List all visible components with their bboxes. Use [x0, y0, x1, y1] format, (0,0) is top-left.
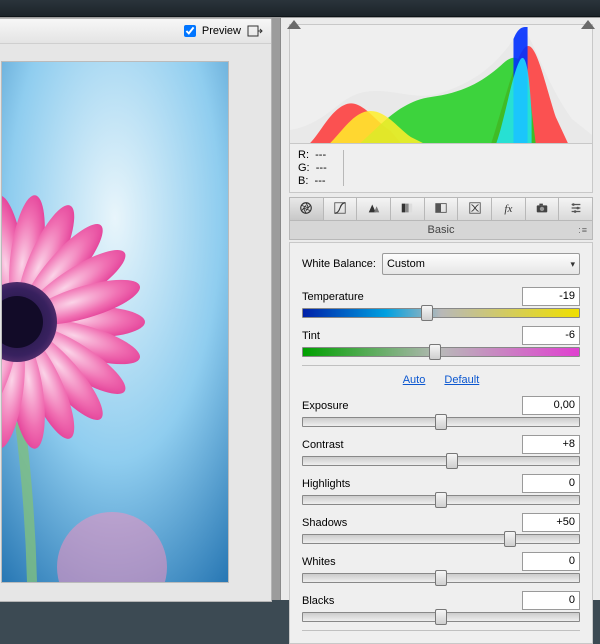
readout-r-label: R:	[298, 149, 309, 161]
basic-panel-header[interactable]: Basic :≡	[289, 221, 593, 240]
white-balance-label: White Balance:	[302, 258, 376, 270]
sliders-icon	[568, 201, 584, 218]
whites-label: Whites	[302, 556, 336, 568]
app-window: Preview	[0, 0, 600, 600]
histogram[interactable]	[289, 24, 593, 144]
tab-basic[interactable]	[290, 198, 324, 220]
white-balance-value: Custom	[387, 258, 425, 270]
aperture-icon	[298, 201, 314, 218]
blacks-label: Blacks	[302, 595, 334, 607]
expand-icon[interactable]	[247, 25, 263, 37]
tab-presets[interactable]	[559, 198, 592, 220]
image-preview[interactable]: (function(){ const g=document.querySelec…	[1, 61, 229, 583]
white-balance-select[interactable]: Custom	[382, 253, 580, 275]
fx-icon: fx	[504, 203, 512, 215]
image-view-panel: Preview	[0, 18, 272, 602]
shadows-label: Shadows	[302, 517, 347, 529]
adjustments-panel: R: --- G: --- B: --- fx Basic :≡ White B…	[280, 18, 600, 600]
basic-panel: White Balance: Custom Temperature -19 Ti…	[289, 242, 593, 644]
default-link[interactable]: Default	[444, 374, 479, 386]
split-tone-icon	[433, 201, 449, 218]
readout-r-value: ---	[315, 149, 326, 161]
blacks-input[interactable]: 0	[522, 591, 580, 610]
preview-checkbox[interactable]: Preview	[180, 22, 241, 40]
whites-input[interactable]: 0	[522, 552, 580, 571]
highlights-knob[interactable]	[435, 492, 447, 508]
grayscale-icon	[399, 201, 415, 218]
tab-grayscale[interactable]	[391, 198, 425, 220]
curve-icon	[332, 201, 348, 218]
whites-knob[interactable]	[435, 570, 447, 586]
shadows-input[interactable]: +50	[522, 513, 580, 532]
contrast-slider[interactable]	[302, 456, 580, 466]
shadows-knob[interactable]	[504, 531, 516, 547]
readout-g-label: G:	[298, 162, 310, 174]
tab-lens[interactable]	[458, 198, 492, 220]
readout-g-value: ---	[316, 162, 327, 174]
camera-icon	[534, 201, 550, 218]
temperature-knob[interactable]	[421, 305, 433, 321]
exposure-knob[interactable]	[435, 414, 447, 430]
lens-icon	[467, 201, 483, 218]
tab-split-tone[interactable]	[425, 198, 459, 220]
blacks-slider[interactable]	[302, 612, 580, 622]
image-view-toolbar: Preview	[0, 19, 271, 44]
triangles-icon	[366, 201, 382, 218]
tab-camera[interactable]	[526, 198, 560, 220]
tint-label: Tint	[302, 330, 320, 342]
readout-b-value: ---	[315, 175, 326, 187]
exposure-slider[interactable]	[302, 417, 580, 427]
adjustment-tabs: fx	[289, 197, 593, 221]
auto-link[interactable]: Auto	[403, 374, 426, 386]
exposure-label: Exposure	[302, 400, 348, 412]
highlights-label: Highlights	[302, 478, 350, 490]
contrast-label: Contrast	[302, 439, 344, 451]
preview-label: Preview	[202, 25, 241, 37]
readout-b-label: B:	[298, 175, 308, 187]
contrast-input[interactable]: +8	[522, 435, 580, 454]
tab-tone-curve[interactable]	[324, 198, 358, 220]
temperature-input[interactable]: -19	[522, 287, 580, 306]
contrast-knob[interactable]	[446, 453, 458, 469]
tab-fx[interactable]: fx	[492, 198, 526, 220]
panel-menu-icon[interactable]: :≡	[578, 225, 588, 235]
whites-slider[interactable]	[302, 573, 580, 583]
basic-header-label: Basic	[428, 224, 455, 236]
tint-input[interactable]: -6	[522, 326, 580, 345]
tab-detail[interactable]	[357, 198, 391, 220]
highlights-input[interactable]: 0	[522, 474, 580, 493]
blacks-knob[interactable]	[435, 609, 447, 625]
tint-knob[interactable]	[429, 344, 441, 360]
highlights-slider[interactable]	[302, 495, 580, 505]
temperature-label: Temperature	[302, 291, 364, 303]
tint-slider[interactable]	[302, 347, 580, 357]
exposure-input[interactable]: 0,00	[522, 396, 580, 415]
temperature-slider[interactable]	[302, 308, 580, 318]
shadows-slider[interactable]	[302, 534, 580, 544]
preview-checkbox-input[interactable]	[184, 25, 196, 37]
rgb-readout: R: --- G: --- B: ---	[289, 144, 593, 193]
